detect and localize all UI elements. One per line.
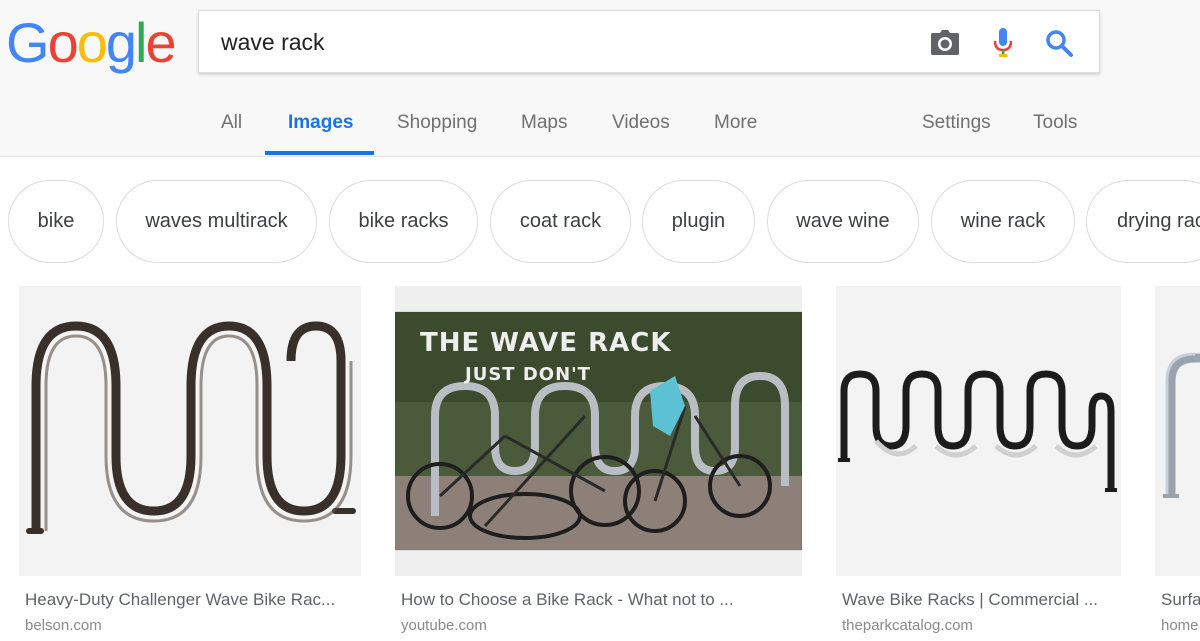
result-thumbnail-wave-rack <box>836 286 1121 576</box>
result-thumbnail-video: THE WAVE RACK JUST DON'T <box>395 286 802 576</box>
video-overlay-title: THE WAVE RACK <box>420 328 672 358</box>
chip-bike-racks[interactable]: bike racks <box>329 180 478 263</box>
tab-images[interactable]: Images <box>288 112 353 134</box>
image-result[interactable]: Heavy-Duty Challenger Wave Bike Rac... b… <box>19 286 361 641</box>
video-overlay-subtitle: JUST DON'T <box>465 364 591 385</box>
result-domain: belson.com <box>25 617 102 634</box>
result-domain: theparkcatalog.com <box>842 617 973 634</box>
result-domain: youtube.com <box>401 617 487 634</box>
logo-letter: e <box>145 11 176 74</box>
chip-wine-rack[interactable]: wine rack <box>931 180 1075 263</box>
logo-letter: g <box>105 11 137 74</box>
logo-letter: o <box>47 11 79 74</box>
chip-wave-wine[interactable]: wave wine <box>767 180 919 263</box>
chip-drying-rack[interactable]: drying rac <box>1086 180 1200 263</box>
tab-all[interactable]: All <box>221 112 242 134</box>
logo-letter: l <box>135 11 148 74</box>
camera-icon[interactable] <box>928 26 962 60</box>
tab-videos[interactable]: Videos <box>612 112 670 134</box>
image-result[interactable]: Wave Bike Racks | Commercial ... thepark… <box>836 286 1121 641</box>
image-result[interactable]: Surfa home <box>1155 286 1200 641</box>
result-thumbnail-rack <box>1155 286 1200 576</box>
microphone-icon[interactable] <box>986 26 1020 60</box>
google-logo[interactable]: Google <box>6 10 177 76</box>
result-domain: home <box>1161 617 1199 634</box>
tab-settings[interactable]: Settings <box>922 112 991 134</box>
tab-more[interactable]: More <box>714 112 757 134</box>
result-title[interactable]: Wave Bike Racks | Commercial ... <box>842 590 1118 610</box>
result-title[interactable]: How to Choose a Bike Rack - What not to … <box>401 590 799 610</box>
chip-plugin[interactable]: plugin <box>642 180 755 263</box>
chip-waves-multirack[interactable]: waves multirack <box>116 180 317 263</box>
logo-letter: G <box>6 11 50 74</box>
chip-coat-rack[interactable]: coat rack <box>490 180 631 263</box>
tab-maps[interactable]: Maps <box>521 112 567 134</box>
header: Google All Images Shoppin <box>0 0 1200 157</box>
tab-shopping[interactable]: Shopping <box>397 112 477 134</box>
search-icon[interactable] <box>1042 26 1076 60</box>
result-title[interactable]: Heavy-Duty Challenger Wave Bike Rac... <box>25 590 359 610</box>
search-input[interactable] <box>221 23 901 61</box>
chip-bike[interactable]: bike <box>8 180 104 263</box>
tab-tools[interactable]: Tools <box>1033 112 1077 134</box>
logo-letter: o <box>76 11 108 74</box>
active-tab-indicator <box>265 151 374 155</box>
result-title[interactable]: Surfa <box>1161 590 1200 610</box>
search-box <box>198 10 1100 73</box>
image-result[interactable]: THE WAVE RACK JUST DON'T How to Choose a… <box>395 286 802 641</box>
result-thumbnail-wave-rack <box>19 286 361 576</box>
